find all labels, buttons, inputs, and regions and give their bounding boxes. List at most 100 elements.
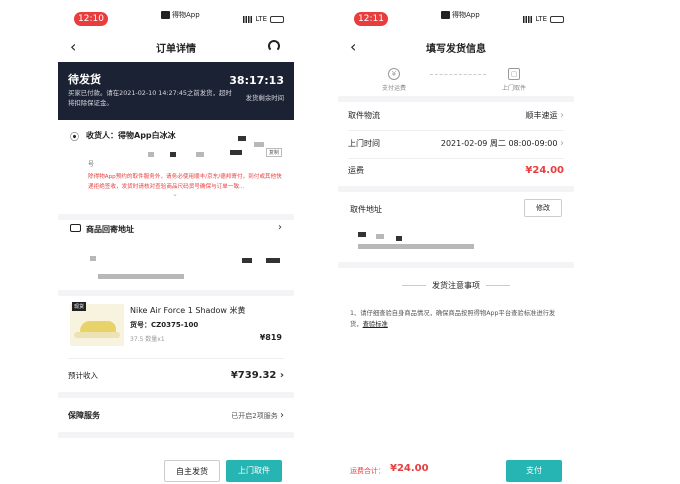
receiver-name: 收货人：得物App白冰冰 [86,131,176,140]
self-ship-button[interactable]: 自主发货 [164,460,220,482]
guarantee-row[interactable]: 保障服务 已开启2项服务 › [68,410,284,421]
location-pin-icon: ⦿ [70,133,80,143]
section-divider [58,214,294,220]
divider-line [348,130,564,131]
step-pay-fee: ¥ 支付运费 [382,68,406,92]
total-label: 运费合计： [350,467,385,475]
page-title: 订单详情 [156,44,196,55]
masked-text [376,234,384,239]
pickup-time-row[interactable]: 上门时间 2021-02-09 周二 08:00-09:00 › [348,138,564,149]
signal-icon [243,15,253,23]
section-divider [338,262,574,268]
masked-text [230,150,242,155]
masked-text [238,136,246,141]
section-divider [58,392,294,398]
product-sku: 货号：CZ0375-100 [130,321,199,329]
logistics-row[interactable]: 取件物流 顺丰速运 › [348,110,564,121]
product-spec: 37.5 数量x1 [130,336,165,343]
countdown-timer: 38:17:13 [229,74,284,87]
step-label: 支付运费 [382,85,407,92]
truck-icon [70,224,81,232]
product-price: ¥819 [259,333,282,342]
inspection-standard-link[interactable]: 查验标准 [363,321,388,328]
income-row[interactable]: 预计收入 ¥739.32 › [68,370,284,381]
section-divider [338,96,574,102]
chevron-right-icon: › [560,110,564,121]
fee-value: ¥24.00 [525,165,564,176]
masked-text [242,258,252,263]
network-indicator: LTE [243,15,284,23]
chevron-right-icon: › [280,410,284,421]
page-title: 填写发货信息 [426,44,486,55]
masked-text [358,232,366,237]
step-pickup: ▢ 上门取件 [502,68,526,92]
receiver-section: ⦿ 收货人：得物App白冰冰 复制 号 除得物App预约的取件服务外，请务必使用… [58,128,294,216]
chevron-right-icon: › [279,370,284,381]
status-time: 12:11 [354,12,388,26]
total-value: ¥24.00 [390,463,429,474]
chevron-right-icon: › [560,138,564,149]
divider-line [348,158,564,159]
status-bar: 12:10 得物App LTE [58,0,294,28]
step-connector [430,74,486,75]
fee-label: 运费 [348,166,364,175]
income-value: ¥739.32 [230,370,277,381]
masked-text [196,152,204,157]
order-detail-screen: 12:10 得物App LTE ‹ 订单详情 待发货 买家已付款。请在2021-… [58,0,294,484]
app-logo-icon [441,11,450,19]
logistics-label: 取件物流 [348,111,380,120]
income-label: 预计收入 [68,371,98,380]
status-bar: 12:11 得物App LTE [338,0,574,28]
product-tag: 现货 [72,302,87,311]
address-label: 取件地址 [350,205,382,214]
masked-text [266,258,280,263]
guarantee-value: 已开启2项服务 [231,412,278,420]
copy-button[interactable]: 复制 [266,148,283,157]
step-label: 上门取件 [502,85,527,92]
carrier-label: 得物App [441,10,480,20]
phone-prefix: 号 [88,161,95,168]
section-divider [338,186,574,192]
edit-address-button[interactable]: 修改 [524,199,562,217]
masked-text [98,274,184,279]
fee-row: 运费 ¥24.00 [348,165,564,176]
yen-icon: ¥ [388,68,400,80]
return-address-label: 商品回寄地址 [86,225,134,234]
status-time: 12:10 [74,12,108,26]
notes-title: 发货注意事项 [338,280,574,291]
signal-icon [523,15,533,23]
product-name: Nike Air Force 1 Shadow 米黄 [130,306,246,315]
shipping-notice: 除得物App预约的取件服务外，请务必使用顺丰/京东/德邦寄付，到付或其他快递拒绝… [88,174,282,190]
countdown-label: 发货剩余时间 [245,94,284,102]
masked-text [254,142,264,147]
masked-text [396,236,402,241]
return-address-section[interactable]: 商品回寄地址 › [58,222,294,292]
customer-service-icon[interactable] [268,40,280,52]
section-divider [58,432,294,438]
order-status-desc: 买家已付款。请在2021-02-10 14:27:45之前发货，超时将扣除保证金… [68,89,232,107]
pay-button[interactable]: 支付 [506,460,562,482]
divider-line [68,358,284,359]
battery-icon [270,15,284,23]
logistics-value: 顺丰速运 [525,111,558,120]
pickup-button[interactable]: 上门取件 [226,460,282,482]
expand-chevron-icon[interactable]: ⌄ [172,190,178,198]
nav-bar: ‹ 填写发货信息 [338,34,574,60]
order-status-banner: 待发货 买家已付款。请在2021-02-10 14:27:45之前发货，超时将扣… [58,62,294,120]
masked-text [90,256,96,261]
battery-icon [550,15,564,23]
chevron-right-icon: › [278,222,282,233]
app-logo-icon [161,11,170,19]
network-indicator: LTE [523,15,564,23]
notes-text: 1、请仔细查验自身商品情况，确保商品按照得物App平台查验标准进行发货，查验标准 [350,310,556,328]
masked-text [170,152,176,157]
carrier-label: 得物App [161,10,200,20]
guarantee-label: 保障服务 [68,411,100,420]
pickup-time-value: 2021-02-09 周二 08:00-09:00 [440,139,558,148]
masked-text [358,244,474,249]
order-status: 待发货 [68,73,101,86]
shipping-info-screen: 12:11 得物App LTE ‹ 填写发货信息 ¥ 支付运费 ▢ 上门取件 取… [338,0,574,484]
pickup-time-label: 上门时间 [348,139,380,148]
section-divider [58,290,294,296]
masked-text [148,152,154,157]
